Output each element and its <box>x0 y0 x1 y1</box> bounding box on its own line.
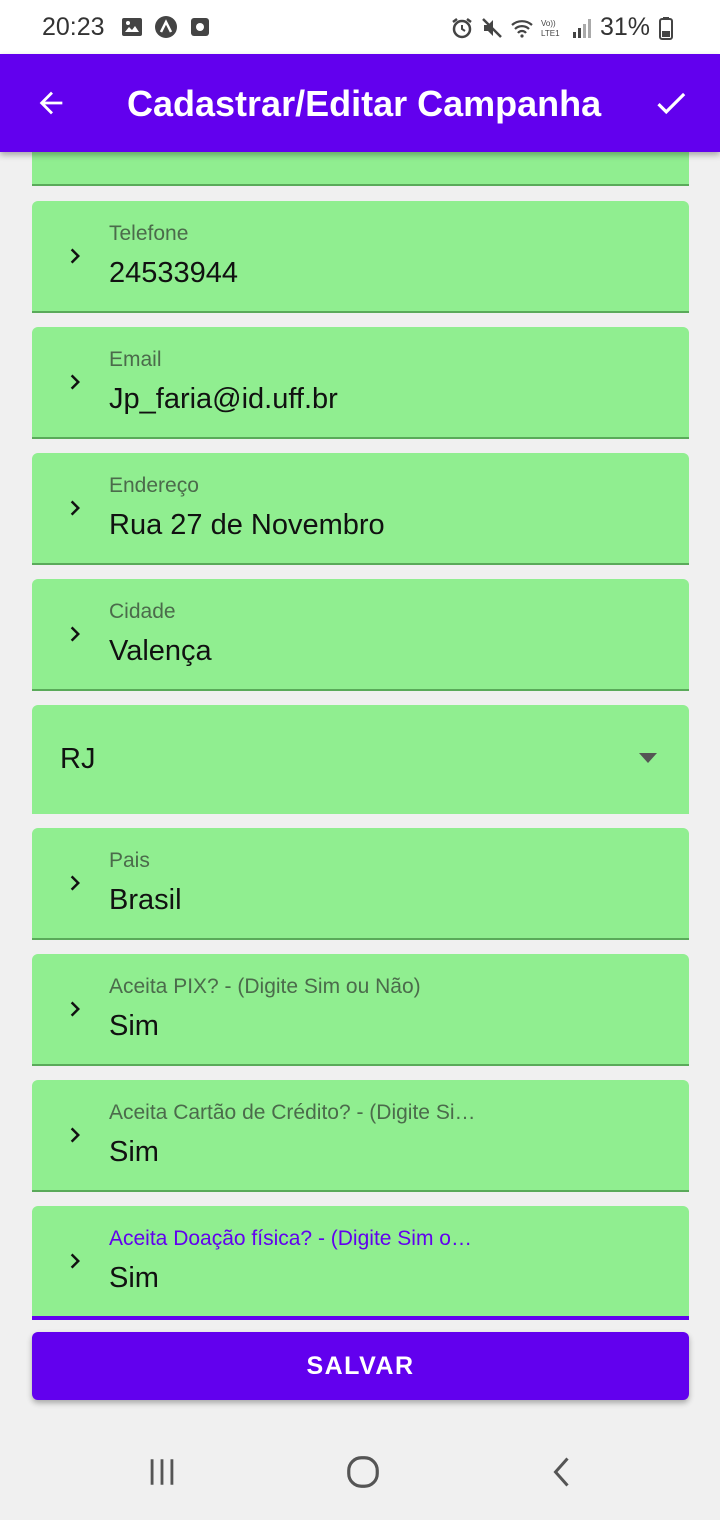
field-value[interactable]: Jp_faria@id.uff.br <box>109 383 338 416</box>
field-label: Aceita Doação física? - (Digite Sim o… <box>109 1227 472 1250</box>
pais-field[interactable]: Pais Brasil <box>32 828 689 940</box>
field-value[interactable]: Valença <box>109 635 212 668</box>
recent-apps-button[interactable] <box>132 1450 192 1494</box>
check-icon <box>657 92 686 115</box>
field-value[interactable]: Sim <box>109 1136 159 1169</box>
wifi-icon <box>511 19 533 38</box>
home-button[interactable] <box>333 1450 393 1494</box>
save-button[interactable]: SALVAR <box>32 1332 689 1400</box>
system-nav-bar <box>0 1420 720 1520</box>
endereco-field[interactable]: Endereço Rua 27 de Novembro <box>32 453 689 565</box>
aceita-cartao-field[interactable]: Aceita Cartão de Crédito? - (Digite Si… … <box>32 1080 689 1192</box>
state-select-value: RJ <box>60 743 96 775</box>
back-nav-button[interactable] <box>533 1450 593 1494</box>
field-value[interactable]: Sim <box>109 1262 159 1295</box>
chevron-right-icon <box>70 875 80 891</box>
back-button[interactable] <box>28 80 74 126</box>
battery-percent: 31% <box>599 13 650 41</box>
dropdown-arrow-icon <box>639 753 657 763</box>
chevron-right-icon <box>70 248 80 264</box>
status-time: 20:23 <box>42 13 105 41</box>
signal-icon <box>572 18 591 38</box>
field-label: Email <box>109 348 162 371</box>
status-bar: 20:23 Vo)) LTE1 31% <box>0 0 720 54</box>
aceita-doacao-field[interactable]: Aceita Doação física? - (Digite Sim o… S… <box>32 1206 689 1320</box>
arrow-back-icon <box>39 91 63 115</box>
record-icon <box>191 18 209 36</box>
image-icon <box>122 18 142 36</box>
recent-apps-icon <box>150 1459 174 1485</box>
field-label: Endereço <box>109 474 199 497</box>
field-value[interactable]: 24533944 <box>109 257 238 290</box>
alarm-icon <box>452 17 472 38</box>
form-field-partial[interactable] <box>32 152 689 186</box>
chevron-right-icon <box>70 1001 80 1017</box>
confirm-button[interactable] <box>648 80 694 126</box>
field-label: Cidade <box>109 600 176 623</box>
app-icon <box>155 16 177 38</box>
battery-icon <box>659 16 673 40</box>
form-content: Telefone 24533944 Email Jp_faria@id.uff.… <box>0 152 720 1420</box>
field-value[interactable]: Rua 27 de Novembro <box>109 509 385 542</box>
field-label: Aceita PIX? - (Digite Sim ou Não) <box>109 975 421 998</box>
svg-text:Vo)): Vo)) <box>541 19 556 28</box>
telefone-field[interactable]: Telefone 24533944 <box>32 201 689 313</box>
home-icon <box>347 1456 379 1488</box>
cidade-field[interactable]: Cidade Valença <box>32 579 689 691</box>
page-title: Cadastrar/Editar Campanha <box>127 83 602 124</box>
field-label: Pais <box>109 849 150 872</box>
svg-text:LTE1: LTE1 <box>541 29 560 38</box>
field-value[interactable]: Sim <box>109 1010 159 1043</box>
chevron-right-icon <box>70 1253 80 1269</box>
chevron-right-icon <box>70 1127 80 1143</box>
field-value[interactable]: Brasil <box>109 884 182 917</box>
email-field[interactable]: Email Jp_faria@id.uff.br <box>32 327 689 439</box>
mute-icon <box>482 17 502 38</box>
field-label: Telefone <box>109 222 189 245</box>
aceita-pix-field[interactable]: Aceita PIX? - (Digite Sim ou Não) Sim <box>32 954 689 1066</box>
back-nav-icon <box>553 1457 569 1487</box>
state-select[interactable]: RJ <box>32 705 689 814</box>
chevron-right-icon <box>70 626 80 642</box>
app-bar: Cadastrar/Editar Campanha <box>0 54 720 152</box>
field-label: Aceita Cartão de Crédito? - (Digite Si… <box>109 1101 476 1124</box>
chevron-right-icon <box>70 500 80 516</box>
chevron-right-icon <box>70 374 80 390</box>
lte-icon: Vo))LTE1 <box>541 19 560 38</box>
